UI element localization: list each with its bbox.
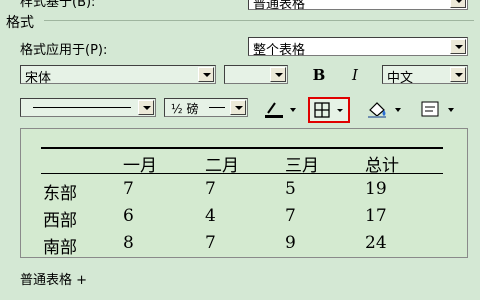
header-cell: 三月 [285, 156, 319, 176]
line-width-select[interactable]: ½ 磅 [164, 98, 248, 117]
chevron-down-icon[interactable] [270, 67, 286, 82]
header-cell: 一月 [123, 156, 157, 176]
table-cell: 5 [285, 179, 296, 199]
line-width-value: ½ 磅 [171, 102, 199, 116]
italic-button[interactable]: I [342, 66, 368, 86]
chevron-down-icon[interactable] [450, 39, 466, 54]
apply-to-label: 格式应用于(P): [20, 43, 108, 58]
row-label: 南部 [43, 238, 77, 258]
language-value: 中文 [387, 71, 414, 86]
line-style-sample [33, 107, 131, 108]
chevron-down-icon[interactable] [450, 67, 466, 82]
table-cell: 9 [285, 233, 296, 253]
section-divider [44, 20, 474, 21]
table-cell: 24 [365, 233, 387, 253]
table-cell: 7 [205, 233, 216, 253]
table-cell: 7 [205, 179, 216, 199]
font-size-select[interactable] [224, 65, 288, 84]
line-width-sample [209, 107, 225, 108]
preview-top-rule [41, 147, 443, 149]
section-title: 格式 [6, 15, 34, 31]
row-label: 西部 [43, 211, 77, 231]
pen-icon [265, 102, 296, 118]
border-color-button[interactable] [262, 98, 298, 120]
paint-bucket-icon [368, 102, 401, 118]
line-style-select[interactable] [20, 98, 156, 117]
grid-border-icon [314, 102, 343, 118]
align-button[interactable] [418, 98, 458, 120]
header-cell: 总计 [365, 156, 399, 176]
table-cell: 4 [205, 206, 216, 226]
chevron-down-icon[interactable] [450, 0, 466, 8]
style-description: 普通表格 + [20, 273, 88, 288]
table-preview: 一月 二月 三月 总计 东部 7 7 5 19 西部 6 4 7 17 南部 8… [20, 128, 468, 258]
table-cell: 7 [285, 206, 296, 226]
style-based-on-label: 样式基于(B): [20, 0, 96, 10]
font-name-select[interactable]: 宋体 [20, 65, 216, 86]
chevron-down-icon[interactable] [138, 100, 154, 115]
header-cell: 二月 [205, 156, 239, 176]
table-cell: 19 [365, 179, 387, 199]
chevron-down-icon[interactable] [198, 67, 214, 82]
font-name-value: 宋体 [25, 71, 52, 86]
shading-button[interactable] [364, 98, 404, 120]
chevron-down-icon[interactable] [230, 100, 246, 115]
table-cell: 17 [365, 206, 387, 226]
style-based-on-value: 普通表格 [253, 0, 306, 12]
table-cell: 8 [123, 233, 134, 253]
style-based-on-select[interactable]: 普通表格 [248, 0, 468, 12]
language-select[interactable]: 中文 [382, 65, 468, 86]
align-lines-icon [421, 101, 454, 117]
borders-button[interactable] [308, 97, 350, 123]
apply-to-value: 整个表格 [253, 43, 306, 58]
apply-to-select[interactable]: 整个表格 [248, 37, 468, 58]
row-label: 东部 [43, 184, 77, 204]
table-cell: 6 [123, 206, 134, 226]
table-cell: 7 [123, 179, 134, 199]
bold-button[interactable]: B [306, 66, 332, 86]
